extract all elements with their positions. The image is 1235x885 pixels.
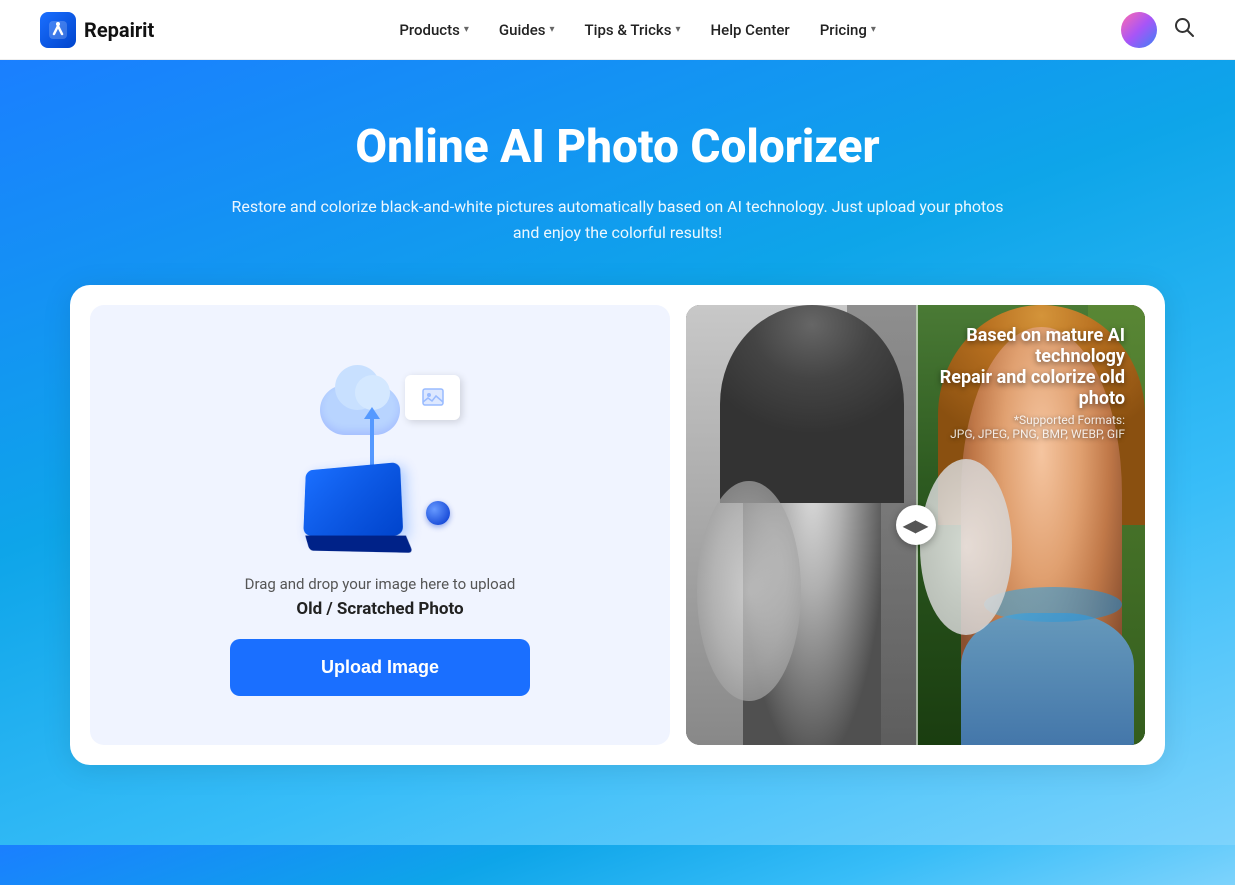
overlay-line3: *Supported Formats:: [916, 413, 1126, 427]
upload-text-area: Drag and drop your image here to upload …: [230, 575, 530, 696]
avatar[interactable]: [1121, 12, 1157, 48]
nav-item-products[interactable]: Products ▾: [387, 13, 481, 47]
page-title: Online AI Photo Colorizer: [40, 120, 1195, 174]
preview-overlay-text: Based on mature AI technology Repair and…: [916, 325, 1126, 441]
chevron-down-icon: ▾: [675, 24, 680, 35]
search-icon[interactable]: [1173, 16, 1195, 43]
decorative-circle: [426, 501, 450, 525]
preview-panel: Based on mature AI technology Repair and…: [686, 305, 1145, 745]
upload-illustration: [280, 355, 480, 555]
bw-portrait: [686, 305, 916, 745]
logo-text: Repairit: [84, 18, 154, 42]
nav-item-help-center[interactable]: Help Center: [699, 13, 802, 47]
logo-icon: [40, 12, 76, 48]
image-card-icon: [405, 375, 460, 420]
nav-item-tips-tricks[interactable]: Tips & Tricks ▾: [573, 13, 693, 47]
navbar: Repairit Products ▾ Guides ▾ Tips & Tric…: [0, 0, 1235, 60]
nav-item-guides[interactable]: Guides ▾: [487, 13, 567, 47]
overlay-line1: Based on mature AI technology: [916, 325, 1126, 367]
nav-menu: Products ▾ Guides ▾ Tips & Tricks ▾ Help…: [206, 13, 1069, 47]
hero-subtitle: Restore and colorize black-and-white pic…: [218, 194, 1018, 245]
left-right-arrow-icon: ◀▶: [903, 516, 928, 535]
before-image: [686, 305, 916, 745]
overlay-line4: JPG, JPEG, PNG, BMP, WEBP, GIF: [916, 427, 1126, 441]
file-type-label: Old / Scratched Photo: [230, 599, 530, 619]
drag-drop-text: Drag and drop your image here to upload: [230, 575, 530, 593]
overlay-line2: Repair and colorize old photo: [916, 367, 1126, 409]
after-image: Based on mature AI technology Repair and…: [916, 305, 1146, 745]
nav-item-pricing[interactable]: Pricing ▾: [808, 13, 888, 47]
divider-handle[interactable]: ◀▶: [896, 505, 936, 545]
main-card: Drag and drop your image here to upload …: [70, 285, 1165, 765]
chevron-down-icon: ▾: [464, 24, 469, 35]
chevron-down-icon: ▾: [871, 24, 876, 35]
hero-section: Online AI Photo Colorizer Restore and co…: [0, 60, 1235, 845]
nav-right-actions: [1121, 12, 1195, 48]
before-after-container: Based on mature AI technology Repair and…: [686, 305, 1145, 745]
hero-footer-gradient: [0, 845, 1235, 885]
logo[interactable]: Repairit: [40, 12, 154, 48]
chevron-down-icon: ▾: [549, 24, 554, 35]
upload-panel: Drag and drop your image here to upload …: [90, 305, 670, 745]
cube-shape: [303, 462, 403, 536]
cloud-shape: [320, 385, 400, 435]
upload-button[interactable]: Upload Image: [230, 639, 530, 696]
